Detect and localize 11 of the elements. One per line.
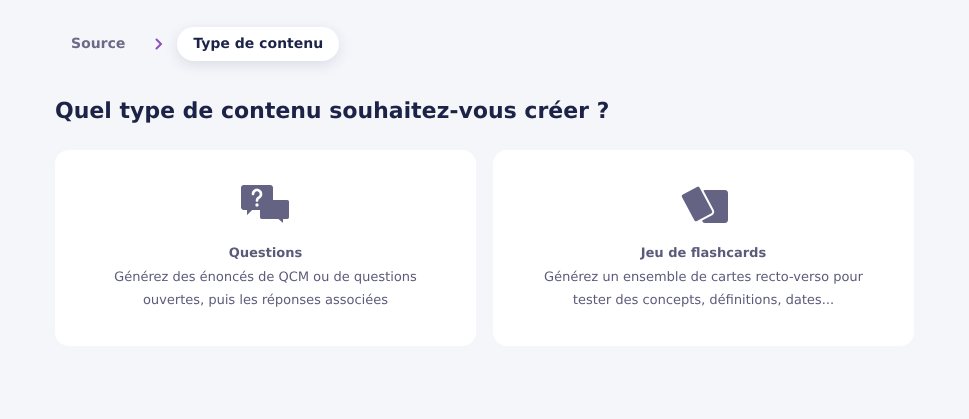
chat-bubbles-icon	[240, 184, 292, 226]
option-card[interactable]: Jeu de flashcards Générez un ensemble de cartes recto-verso pour tester des concepts, définitions, dates...	[493, 150, 914, 346]
option-title: Jeu de flashcards	[640, 246, 766, 261]
option-title: Questions	[228, 246, 302, 261]
option-card[interactable]: Questions Générez des énoncés de QCM ou de questions ouvertes, puis les réponses associées	[55, 150, 476, 346]
option-description: Générez un ensemble de cartes recto-verso pour tester des concepts, définitions, dates...	[543, 269, 864, 310]
option-description: Générez des énoncés de QCM ou de questions ouvertes, puis les réponses associées	[113, 269, 418, 310]
breadcrumb-step[interactable]: Type de contenu	[177, 27, 340, 61]
chevron-right-icon	[155, 38, 164, 50]
breadcrumb-step[interactable]: Source	[55, 27, 142, 61]
page-heading: Quel type de contenu souhaitez-vous créer ?	[55, 99, 610, 124]
